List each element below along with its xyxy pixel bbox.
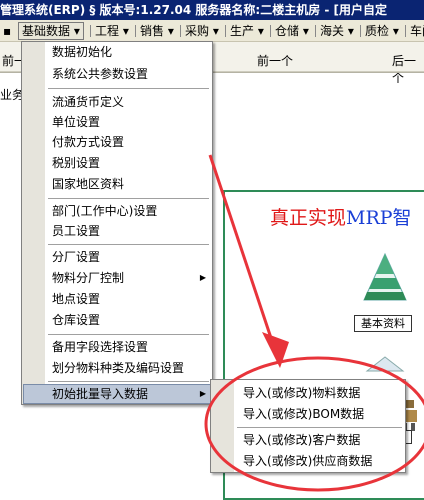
menu-separator — [225, 25, 226, 37]
menu-item-import-customer[interactable]: 导入(或修改)客户数据 — [243, 430, 360, 450]
menu-separator — [135, 25, 136, 37]
window-title: 管理系统(ERP) § 版本号:1.27.04 服务器名称:二楼主机房 - [用… — [0, 3, 388, 17]
banner-text: 真正实现MRP智 — [270, 203, 412, 230]
menu-engineering[interactable]: 工程 ▾ — [92, 22, 132, 40]
menu-sales[interactable]: 销售 ▾ — [137, 22, 177, 40]
menu-separator — [48, 198, 209, 199]
basic-data-dropdown: 数据初始化 系统公共参数设置 流通货币定义 单位设置 付款方式设置 税别设置 国… — [21, 41, 213, 405]
prev-button[interactable]: 前一个 — [257, 52, 293, 69]
menu-item-spare-fields[interactable]: 备用字段选择设置 — [52, 337, 148, 357]
menu-item-material-coding[interactable]: 划分物料种类及编码设置 — [52, 358, 184, 378]
menu-item-department[interactable]: 部门(工作中心)设置 — [52, 201, 157, 221]
menu-warehouse[interactable]: 仓储 ▾ — [272, 22, 312, 40]
banner-blue-text: MRP智 — [346, 207, 412, 229]
menu-separator — [405, 25, 406, 37]
menu-separator — [270, 25, 271, 37]
banner-red-text: 真正实现 — [270, 207, 347, 229]
menu-item-location[interactable]: 地点设置 — [52, 289, 100, 309]
menu-bar: ▪ 基础数据 ▾ 工程 ▾ 销售 ▾ 采购 ▾ 生产 ▾ 仓储 ▾ 海关 ▾ 质… — [0, 20, 424, 42]
menu-separator — [48, 381, 209, 382]
menu-item-batch-import[interactable]: 初始批量导入数据 — [52, 384, 148, 404]
menu-item-branch[interactable]: 分厂设置 — [52, 247, 100, 267]
menu-item-country[interactable]: 国家地区资料 — [52, 174, 124, 194]
menu-separator — [90, 25, 91, 37]
menu-item-import-supplier[interactable]: 导入(或修改)供应商数据 — [243, 451, 372, 471]
menu-gutter — [211, 380, 234, 472]
menu-item-employee[interactable]: 员工设置 — [52, 221, 100, 241]
menu-production[interactable]: 生产 ▾ — [227, 22, 267, 40]
menu-item-units[interactable]: 单位设置 — [52, 112, 100, 132]
batch-import-submenu: 导入(或修改)物料数据 导入(或修改)BOM数据 导入(或修改)客户数据 导入(… — [210, 379, 406, 473]
basic-info-button[interactable]: 基本资料 — [354, 315, 412, 332]
menu-separator — [180, 25, 181, 37]
menu-item-data-init[interactable]: 数据初始化 — [52, 42, 112, 62]
menu-item-warehouse[interactable]: 仓库设置 — [52, 310, 100, 330]
menu-separator — [315, 25, 316, 37]
menu-item-currency[interactable]: 流通货币定义 — [52, 92, 124, 112]
menu-separator — [48, 334, 209, 335]
title-bar: 管理系统(ERP) § 版本号:1.27.04 服务器名称:二楼主机房 - [用… — [0, 0, 424, 20]
menu-gutter — [22, 42, 45, 404]
menu-item-payment[interactable]: 付款方式设置 — [52, 132, 124, 152]
pyramid-icon — [363, 252, 407, 301]
menu-separator — [48, 88, 209, 89]
menu-quality[interactable]: 质检 ▾ — [362, 22, 402, 40]
menu-item-import-bom[interactable]: 导入(或修改)BOM数据 — [243, 404, 364, 424]
menu-basic-data[interactable]: 基础数据 ▾ — [18, 22, 84, 40]
menu-separator — [48, 244, 209, 245]
menu-separator — [360, 25, 361, 37]
next-button[interactable]: 后一个 — [392, 52, 424, 86]
menu-item-system-params[interactable]: 系统公共参数设置 — [52, 64, 148, 84]
menu-app[interactable]: ▪ — [0, 22, 14, 40]
submenu-arrow-icon: ▶ — [199, 389, 206, 398]
menu-separator — [237, 427, 402, 428]
submenu-arrow-icon: ▶ — [199, 273, 206, 282]
menu-customs[interactable]: 海关 ▾ — [317, 22, 357, 40]
menu-purchase[interactable]: 采购 ▾ — [182, 22, 222, 40]
menu-item-import-material[interactable]: 导入(或修改)物料数据 — [243, 383, 360, 403]
menu-workshop[interactable]: 车间 — [407, 22, 424, 40]
menu-item-material-control[interactable]: 物料分厂控制 — [52, 268, 124, 288]
menu-item-tax[interactable]: 税别设置 — [52, 153, 100, 173]
